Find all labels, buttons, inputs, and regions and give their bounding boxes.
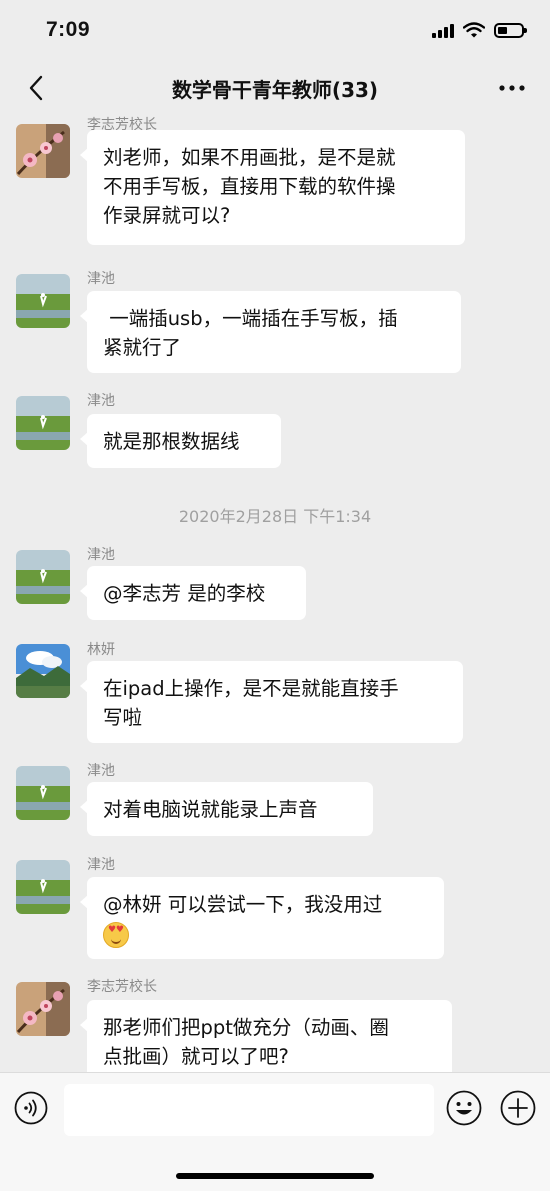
nav-bar: 数学骨干青年教师(33) <box>0 62 550 114</box>
grassland-egret-avatar-image <box>16 766 70 820</box>
message-text: 就是那根数据线 <box>103 430 240 453</box>
avatar[interactable] <box>16 550 70 604</box>
avatar[interactable] <box>16 644 70 698</box>
sender-name: 津池 <box>87 271 115 287</box>
grassland-egret-avatar-image <box>16 274 70 328</box>
avatar[interactable] <box>16 124 70 178</box>
plum-blossom-avatar-image <box>16 124 70 178</box>
message-text: @李志芳 是的李校 <box>103 582 266 605</box>
status-icons <box>432 22 527 38</box>
plus-icon[interactable] <box>500 1090 536 1126</box>
voice-icon[interactable] <box>14 1091 48 1125</box>
message-bubble[interactable]: @李志芳 是的李校 <box>80 566 306 620</box>
sender-name: 林妍 <box>87 642 115 658</box>
message-text: 紧就行了 <box>103 336 182 359</box>
plum-blossom-avatar-image <box>16 982 70 1036</box>
sender-name: 津池 <box>87 857 115 873</box>
more-dots-icon[interactable] <box>496 74 528 102</box>
battery-icon <box>494 22 527 38</box>
heart-eyes-emoji-icon <box>103 921 129 948</box>
emoji-icon[interactable] <box>446 1090 482 1126</box>
message-text: 刘老师，如果不用画批，是不是就 <box>103 146 396 169</box>
message-bubble[interactable]: 那老师们把ppt做充分（动画、圈 点批画）就可以了吧? <box>80 1000 452 1072</box>
grassland-egret-avatar-image <box>16 396 70 450</box>
message-text: 那老师们把ppt做充分（动画、圈 <box>103 1016 389 1039</box>
message-bubble[interactable]: @林妍 可以尝试一下，我没用过 <box>80 877 444 959</box>
message-input[interactable] <box>64 1084 434 1136</box>
grassland-egret-avatar-image <box>16 550 70 604</box>
wifi-icon <box>463 22 485 38</box>
status-bar: 7:09 <box>0 0 550 62</box>
message-bubble[interactable]: 在ipad上操作，是不是就能直接手 写啦 <box>80 661 463 743</box>
avatar[interactable] <box>16 860 70 914</box>
message-bubble[interactable]: 对着电脑说就能录上声音 <box>80 782 373 836</box>
message-bubble[interactable]: 就是那根数据线 <box>80 414 281 468</box>
message-text: 不用手写板，直接用下载的软件操 <box>103 175 396 198</box>
sender-name: 津池 <box>87 763 115 779</box>
chat-history[interactable]: 李志芳校长 刘老师，如果不用画批，是不是就 不用手写板，直接用下载的软件操 作录… <box>0 114 550 1072</box>
cellular-signal-icon <box>432 22 454 38</box>
chat-timestamp: 2020年2月28日 下午1:34 <box>178 507 372 526</box>
message-text: 作录屏就可以? <box>103 204 231 227</box>
avatar[interactable] <box>16 274 70 328</box>
message-bubble[interactable]: 一端插usb，一端插在手写板，插 紧就行了 <box>80 291 461 373</box>
avatar[interactable] <box>16 766 70 820</box>
message-text: 一端插usb，一端插在手写板，插 <box>103 307 398 330</box>
status-time: 7:09 <box>46 18 91 41</box>
sender-name: 津池 <box>87 393 115 409</box>
message-text: 写啦 <box>103 706 143 729</box>
message-text: 在ipad上操作，是不是就能直接手 <box>103 677 399 700</box>
message-text: 对着电脑说就能录上声音 <box>103 798 318 821</box>
message-text: 点批画）就可以了吧? <box>103 1045 289 1068</box>
avatar[interactable] <box>16 982 70 1036</box>
chat-title: 数学骨干青年教师(33) <box>171 78 379 102</box>
message-text: @林妍 可以尝试一下，我没用过 <box>103 893 383 916</box>
avatar[interactable] <box>16 396 70 450</box>
grassland-egret-avatar-image <box>16 860 70 914</box>
sender-name: 津池 <box>87 547 115 563</box>
message-bubble[interactable]: 刘老师，如果不用画批，是不是就 不用手写板，直接用下载的软件操 作录屏就可以? <box>80 130 465 245</box>
home-indicator <box>176 1173 374 1179</box>
sky-mountain-avatar-image <box>16 644 70 698</box>
sender-name: 李志芳校长 <box>87 979 157 995</box>
